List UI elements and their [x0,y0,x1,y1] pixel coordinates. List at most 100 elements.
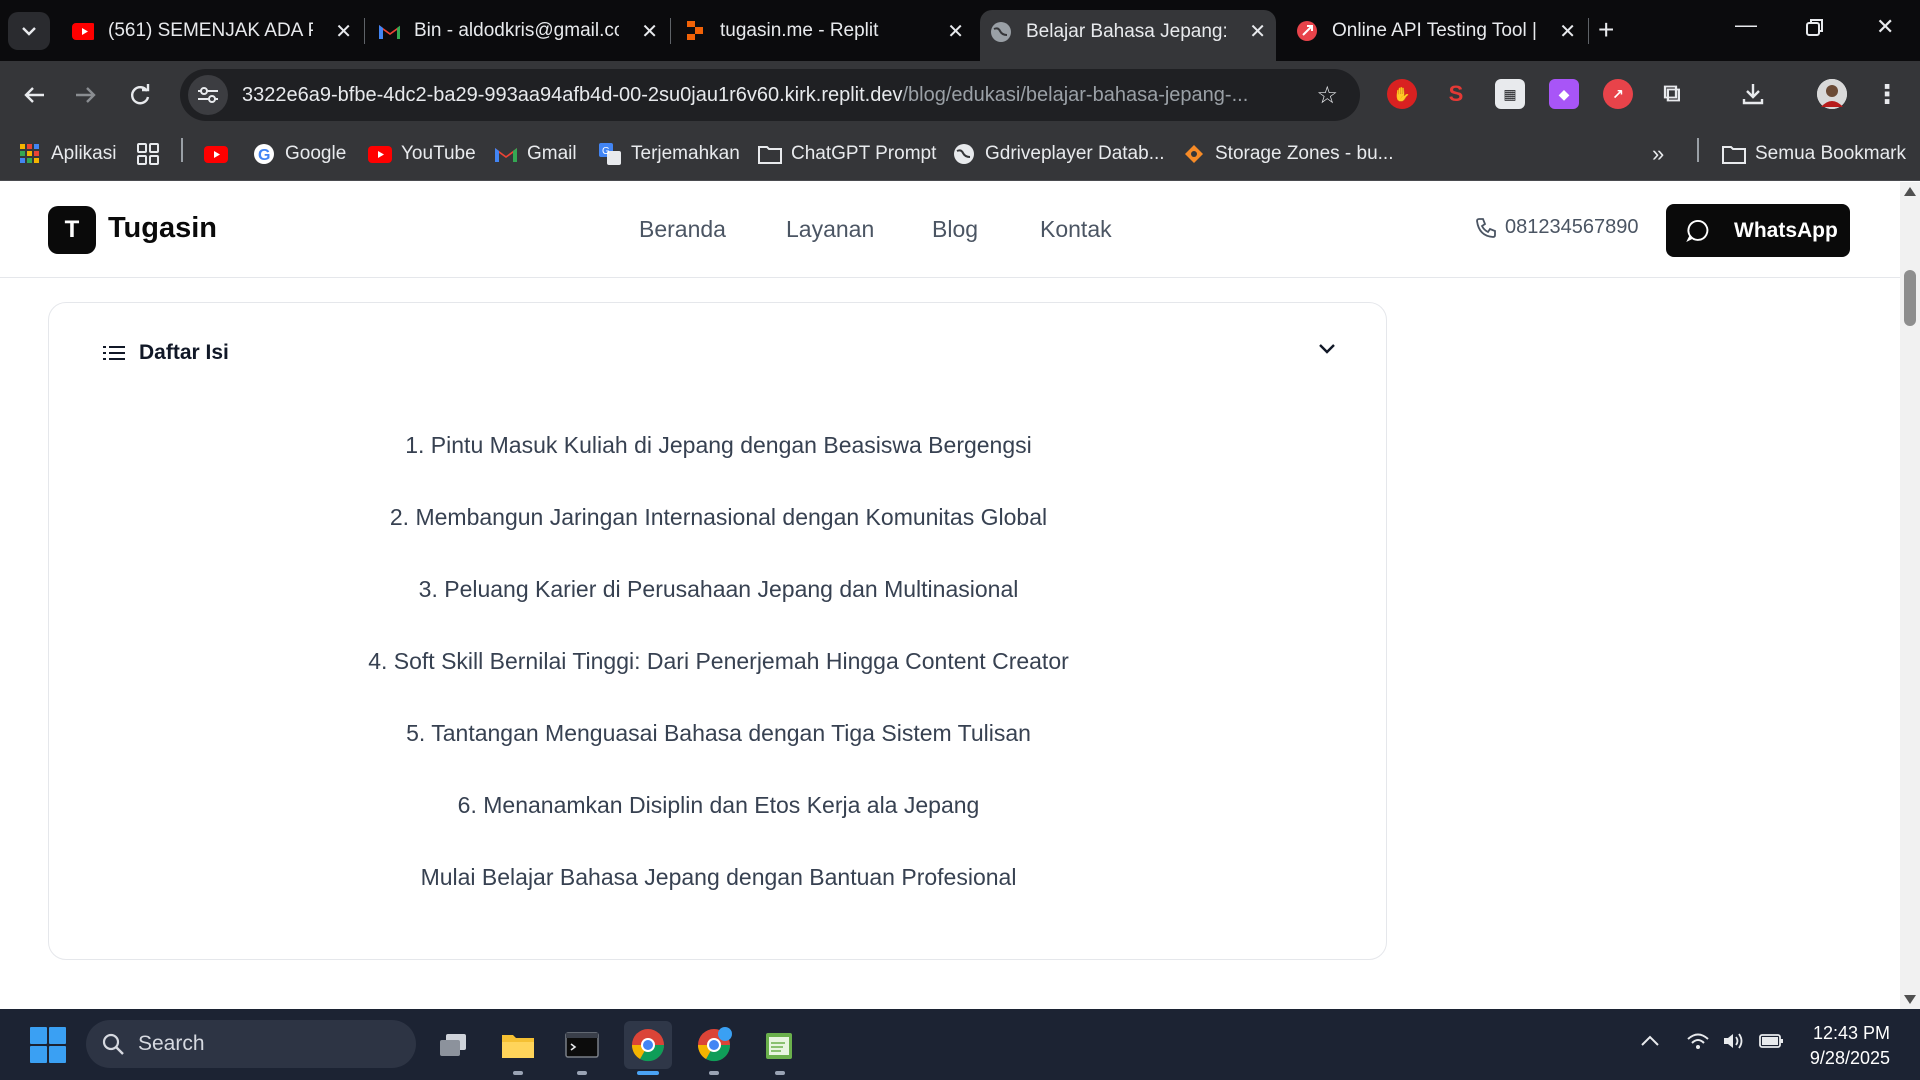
new-tab-button[interactable]: + [1598,14,1614,46]
back-button[interactable] [16,77,52,113]
svg-text:G: G [258,147,270,164]
page-scrollbar[interactable] [1900,182,1920,1009]
nav-blog[interactable]: Blog [932,216,978,243]
google-icon: G [252,142,276,166]
browser-tab-active[interactable]: Belajar Bahasa Jepang: Kunci ✕ [980,10,1276,61]
bookmark-chatgpt-prompt[interactable]: ChatGPT Prompt [758,139,936,169]
toc-header[interactable]: Daftar Isi [103,341,229,365]
chrome-taskbar-icon[interactable] [624,1021,672,1075]
volume-icon[interactable] [1722,1031,1748,1051]
search-icon [102,1033,124,1055]
battery-icon[interactable] [1758,1031,1786,1051]
running-indicator [709,1071,719,1075]
task-view-icon[interactable] [429,1021,477,1069]
bookmark-gdriveplayer[interactable]: Gdriveplayer Datab... [952,139,1165,169]
ext-hand-icon[interactable]: ✋ [1387,79,1417,109]
reload-button[interactable] [122,77,158,113]
scroll-down-arrow[interactable] [1904,995,1916,1004]
youtube-icon [72,20,94,42]
restore-icon [1806,19,1823,36]
toc-toggle-button[interactable] [1318,343,1336,355]
toc-title: Daftar Isi [139,341,229,364]
logo-mark[interactable]: T [48,206,96,254]
toc-link[interactable]: 1. Pintu Masuk Kuliah di Jepang dengan B… [49,431,1388,503]
address-bar[interactable]: 3322e6a9-bfbe-4dc2-ba29-993aa94afb4d-00-… [180,69,1360,121]
ext-qr-icon[interactable]: ▦ [1495,79,1525,109]
close-icon[interactable]: ✕ [1249,19,1266,44]
minimize-button[interactable]: — [1735,12,1757,38]
close-icon[interactable]: ✕ [947,19,964,44]
bookmark-label: ChatGPT Prompt [791,143,937,164]
chrome-profile-taskbar-icon[interactable] [690,1021,738,1075]
close-icon[interactable]: ✕ [1559,19,1576,44]
browser-tab[interactable]: (561) SEMENJAK ADA PERMEN ✕ [62,10,362,52]
site-header: T Tugasin Beranda Layanan Blog Kontak 08… [0,182,1900,278]
browser-tab[interactable]: tugasin.me - Replit ✕ [674,10,974,52]
nav-kontak[interactable]: Kontak [1040,216,1112,243]
terminal-icon[interactable] [558,1021,606,1075]
toc-link[interactable]: 4. Soft Skill Bernilai Tinggi: Dari Pene… [49,647,1388,719]
bookmark-label: Semua Bookmark [1755,143,1907,164]
tab-search-button[interactable] [8,12,50,50]
tab-title: tugasin.me - Replit [720,20,879,41]
tab-groups-button[interactable] [136,139,169,169]
bookmark-google[interactable]: G Google [252,139,346,169]
tab-divider [670,18,671,44]
browser-tab[interactable]: Online API Testing Tool | Reqbin ✕ [1286,10,1586,52]
notepad-icon[interactable] [756,1021,804,1075]
ext-seo-icon[interactable]: S [1441,79,1471,109]
window-close-button[interactable]: ✕ [1876,14,1894,40]
bookmark-divider [1697,138,1699,162]
forward-button[interactable] [68,77,104,113]
taskbar-clock[interactable]: 12:43 PM 9/28/2025 [1810,1021,1890,1071]
restore-button[interactable] [1806,16,1824,42]
toc-link[interactable]: Mulai Belajar Bahasa Jepang dengan Bantu… [49,863,1388,935]
ext-purple-icon[interactable]: ◆ [1549,79,1579,109]
taskbar-search[interactable]: Search [86,1020,416,1068]
toc-link[interactable]: 3. Peluang Karier di Perusahaan Jepang d… [49,575,1388,647]
downloads-button[interactable] [1738,79,1768,109]
scroll-up-arrow[interactable] [1904,187,1916,196]
site-info-button[interactable] [188,75,228,115]
tray-overflow-icon[interactable] [1640,1033,1660,1047]
ext-api-icon[interactable]: ↗ [1603,79,1633,109]
browser-tab[interactable]: Bin - aldodkris@gmail.com ✕ [368,10,668,52]
whatsapp-button[interactable]: WhatsApp [1666,204,1850,257]
windows-start-icon[interactable] [30,1027,66,1063]
bookmark-storage-zones[interactable]: Storage Zones - bu... [1182,139,1394,169]
bookmark-youtube-icon-only[interactable] [204,139,237,169]
bookmark-label: Terjemahkan [631,143,740,164]
bookmark-apps[interactable]: Aplikasi [18,139,116,169]
download-icon [1742,84,1764,105]
bookmark-label: Aplikasi [51,143,117,164]
toc-link[interactable]: 6. Menanamkan Disiplin dan Etos Kerja al… [49,791,1388,863]
bookmark-translate[interactable]: G Terjemahkan [598,139,740,169]
logo-text[interactable]: Tugasin [108,212,217,245]
running-indicator [637,1071,659,1075]
bookmark-gmail[interactable]: Gmail [494,139,577,169]
search-placeholder: Search [138,1032,205,1055]
chrome-menu-icon[interactable]: ⋮ [1872,79,1902,109]
tab-groups-icon [136,142,160,166]
close-icon[interactable]: ✕ [641,19,658,44]
url-text[interactable]: 3322e6a9-bfbe-4dc2-ba29-993aa94afb4d-00-… [242,84,1302,107]
bookmark-youtube[interactable]: YouTube [368,139,476,169]
close-icon[interactable]: ✕ [335,19,352,44]
avatar-icon [1817,79,1847,109]
youtube-icon [204,142,228,166]
folder-icon [1722,142,1746,166]
wifi-icon[interactable] [1686,1031,1710,1051]
profile-avatar[interactable] [1817,79,1847,109]
clock-time: 12:43 PM [1812,1023,1890,1043]
toc-link[interactable]: 2. Membangun Jaringan Internasional deng… [49,503,1388,575]
scroll-thumb[interactable] [1904,270,1916,326]
nav-beranda[interactable]: Beranda [639,216,726,243]
more-bookmarks-button[interactable]: » [1652,139,1664,169]
extensions-puzzle-icon[interactable]: ⧉ [1657,79,1687,109]
bookmark-star-icon[interactable]: ☆ [1316,81,1338,110]
toc-link[interactable]: 5. Tantangan Menguasai Bahasa dengan Tig… [49,719,1388,791]
all-bookmarks-button[interactable]: Semua Bookmark [1722,139,1906,169]
nav-layanan[interactable]: Layanan [786,216,874,243]
file-explorer-icon[interactable] [494,1021,542,1075]
phone-link[interactable]: 081234567890 [1475,216,1638,239]
